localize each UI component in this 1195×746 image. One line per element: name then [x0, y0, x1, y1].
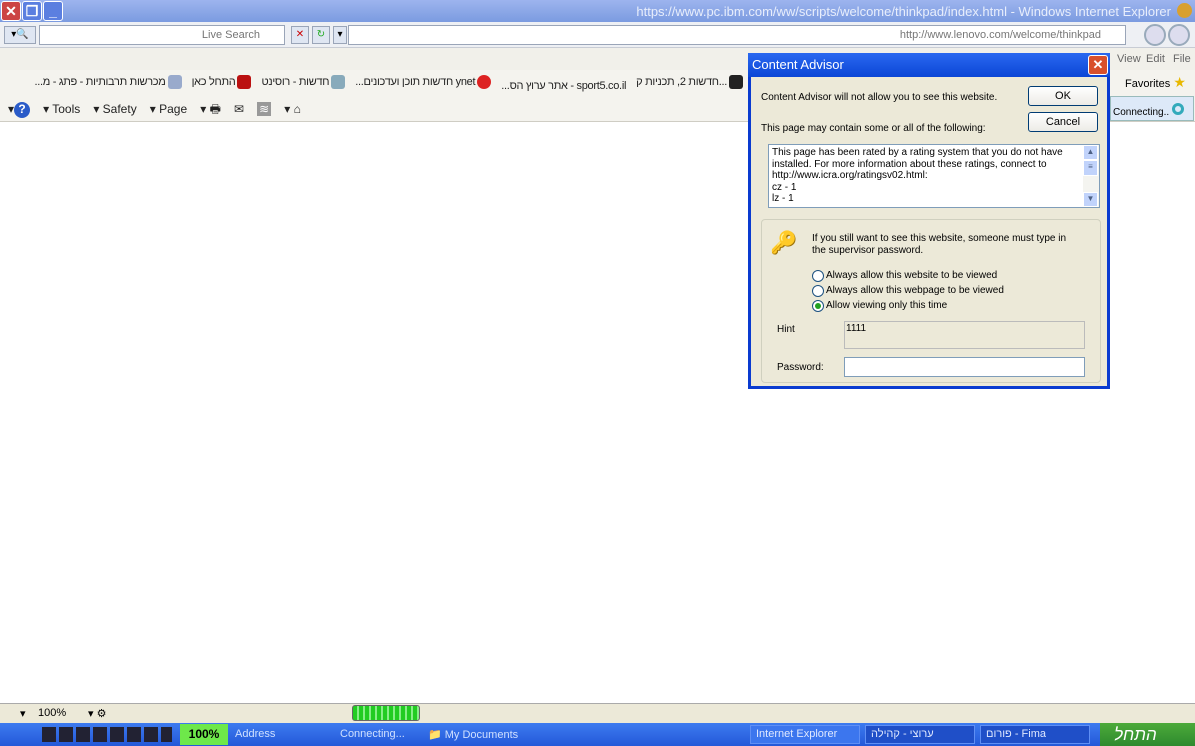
back-button[interactable]	[1144, 24, 1166, 46]
hint-label: Hint	[777, 324, 795, 335]
progress-bar	[352, 705, 420, 721]
page-menu[interactable]: ▾ Page	[150, 102, 187, 116]
cancel-button[interactable]: Cancel	[1028, 112, 1098, 132]
search-options-button[interactable]: ▾🔍	[4, 26, 36, 44]
connecting-label: Connecting...	[340, 728, 405, 740]
scroll-up-icon: ▲	[1083, 145, 1098, 160]
my-documents-link[interactable]: 📁 My Documents	[428, 728, 518, 741]
menu-file[interactable]: File	[1173, 53, 1191, 65]
key-icon: 🔑	[770, 230, 798, 255]
help-icon: ?	[14, 102, 31, 118]
safety-menu[interactable]: ▾ Safety	[93, 102, 136, 116]
favorite-item[interactable]: ...חדשות 2, תכניות ק	[636, 75, 743, 89]
password-group: 🔑 If you still want to see this website,…	[761, 219, 1101, 383]
scroll-down-icon: ▼	[1083, 192, 1098, 207]
feeds-button[interactable]: ≋	[257, 102, 272, 116]
password-input[interactable]	[844, 357, 1085, 377]
address-row: ▾🔍 ✕ ↻ ▾ http://www.lenovo.com/welcome/t…	[0, 22, 1195, 48]
menu-view[interactable]: View	[1117, 53, 1141, 65]
zoom-dropdown[interactable]: ▾	[20, 707, 26, 720]
tab-connecting[interactable]: Connecting..	[1110, 96, 1194, 121]
title-bar: ✕ ❐ _ https://www.pc.ibm.com/ww/scripts/…	[0, 0, 1195, 22]
search-input[interactable]	[39, 25, 285, 45]
dialog-message: Content Advisor will not allow you to se…	[761, 92, 998, 103]
password-message: If you still want to see this website, s…	[812, 233, 1067, 256]
window-title: https://www.pc.ibm.com/ww/scripts/welcom…	[636, 4, 1171, 19]
minimize-window-button[interactable]: _	[43, 1, 63, 21]
restore-window-button[interactable]: ❐	[22, 1, 42, 21]
menu-edit[interactable]: Edit	[1146, 53, 1165, 65]
taskbar: 100% Address Connecting... 📁 My Document…	[0, 723, 1195, 746]
radio-always-webpage[interactable]: Always allow this webpage to be viewed	[812, 283, 1004, 298]
taskbar-button[interactable]: ערוצי - קהילה	[865, 725, 975, 744]
protected-mode-dropdown[interactable]: ▾ ⚙	[88, 707, 106, 720]
battery-indicator: 100%	[180, 724, 228, 745]
favorite-item[interactable]: מכרשות תרבותיות - פתג - מ...	[34, 75, 182, 89]
forward-button[interactable]	[1168, 24, 1190, 46]
may-contain-label: This page may contain some or all of the…	[761, 123, 986, 134]
dialog-close-button[interactable]: ✕	[1088, 55, 1108, 75]
favorite-item[interactable]: התחל כאן	[192, 75, 252, 89]
ratings-scrollbar[interactable]: ▲ ≡ ▼	[1083, 145, 1099, 207]
zoom-level[interactable]: 100%	[38, 707, 66, 719]
dialog-title: Content Advisor	[752, 57, 844, 72]
radio-this-time[interactable]: Allow viewing only this time	[812, 298, 1004, 313]
refresh-button[interactable]: ↻	[312, 26, 330, 44]
address-toolbar-label: Address	[235, 728, 276, 740]
taskbar-button[interactable]: Internet Explorer	[750, 725, 860, 744]
address-input[interactable]: http://www.lenovo.com/welcome/thinkpad	[348, 25, 1126, 45]
print-button[interactable]: ▾ 🖶	[200, 100, 221, 121]
favorite-item[interactable]: ynet חדשות תוכן ועדכונים...	[355, 75, 492, 89]
stop-button[interactable]: ✕	[291, 26, 309, 44]
taskbar-button[interactable]: פורום - Fima	[980, 725, 1090, 744]
dialog-title-bar: Content Advisor ✕	[748, 53, 1110, 77]
scroll-thumb: ≡	[1083, 160, 1098, 176]
favorites-button[interactable]: Favorites ★	[1125, 74, 1186, 91]
radio-always-website[interactable]: Always allow this website to be viewed	[812, 268, 1004, 283]
favorite-item[interactable]: sport5.co.il - אתר ערוץ הס...	[501, 80, 626, 92]
hint-field: 1111	[844, 321, 1085, 349]
address-dropdown[interactable]: ▾	[333, 26, 347, 44]
status-bar: ▾ 100% ▾ ⚙	[0, 703, 1195, 723]
quick-launch-icons[interactable]	[42, 727, 172, 742]
mail-button[interactable]: ✉	[234, 102, 244, 116]
ie-icon	[1177, 3, 1192, 18]
tools-menu[interactable]: ▾ Tools	[43, 102, 80, 116]
close-window-button[interactable]: ✕	[1, 1, 21, 21]
star-icon: ★	[1173, 74, 1186, 90]
start-button[interactable]: התחל	[1100, 723, 1195, 746]
home-button[interactable]: ▾ ⌂	[284, 102, 301, 116]
favorite-item[interactable]: חדשות - רוסינט	[262, 75, 346, 89]
help-button[interactable]: ▾?	[8, 102, 31, 118]
ratings-textarea[interactable]: This page has been rated by a rating sys…	[768, 144, 1100, 208]
content-advisor-dialog: Content Advisor ✕ Content Advisor will n…	[748, 53, 1110, 389]
password-label: Password:	[777, 362, 824, 373]
ok-button[interactable]: OK	[1028, 86, 1098, 106]
